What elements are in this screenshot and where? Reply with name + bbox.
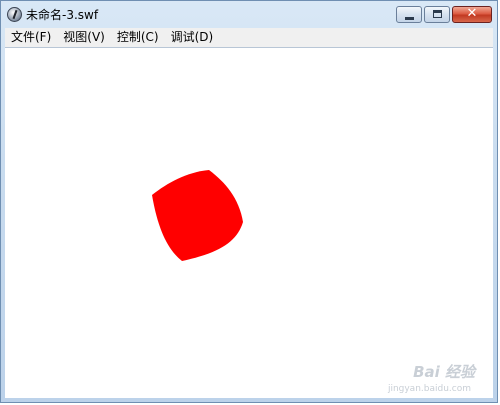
flash-player-window: 未命名-3.swf ✕ 文件(F) 视图(V) 控制(C) 调试(D) Bai … — [0, 0, 498, 403]
swf-stage[interactable]: Bai 经验 jingyan.baidu.com — [5, 47, 493, 398]
window-title: 未命名-3.swf — [26, 8, 99, 22]
maximize-button[interactable] — [424, 6, 450, 23]
caption-buttons: ✕ — [396, 6, 492, 23]
title-bar[interactable]: 未命名-3.swf ✕ — [1, 1, 497, 28]
watermark-site: jingyan.baidu.com — [387, 384, 471, 394]
stage-canvas — [152, 170, 243, 261]
menu-bar: 文件(F) 视图(V) 控制(C) 调试(D) — [5, 28, 493, 47]
close-button[interactable]: ✕ — [452, 6, 492, 23]
baidu-jingyan-watermark: Bai 经验 — [413, 363, 475, 381]
minimize-button[interactable] — [396, 6, 422, 23]
menu-debug[interactable]: 调试(D) — [165, 28, 220, 47]
maximize-icon — [433, 10, 442, 18]
red-rounded-square-shape — [152, 170, 243, 261]
flash-player-icon[interactable] — [7, 7, 22, 22]
menu-control[interactable]: 控制(C) — [111, 28, 165, 47]
menu-file[interactable]: 文件(F) — [5, 28, 57, 47]
menu-view[interactable]: 视图(V) — [57, 28, 111, 47]
close-icon: ✕ — [466, 6, 478, 21]
minimize-icon — [405, 17, 414, 20]
